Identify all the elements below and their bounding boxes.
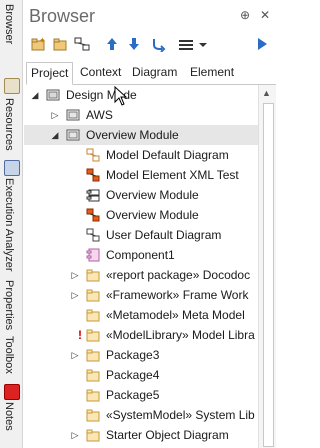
- dock-tab-label: Notes: [3, 402, 15, 431]
- chevron-down-icon[interactable]: [198, 36, 208, 52]
- dock-tab-label: Resources: [3, 98, 15, 151]
- tree-item-label: «ModelLibrary» Model Libra: [106, 328, 255, 342]
- tree-item-aws[interactable]: ▷ AWS: [24, 105, 258, 125]
- tree-item-label: Overview Module: [86, 128, 179, 142]
- menu-icon[interactable]: [176, 36, 198, 52]
- folder-icon: [86, 308, 100, 322]
- dock-tab-label: Properties: [3, 280, 15, 331]
- tree-item-diagram[interactable]: User Default Diagram: [24, 225, 258, 245]
- tree-item-diagram[interactable]: Overview Module: [24, 185, 258, 205]
- tree-item-label: User Default Diagram: [106, 228, 222, 242]
- tree-item-package[interactable]: ▷ «report package» Docodoc: [24, 265, 258, 285]
- class-diagram-icon: [86, 168, 100, 182]
- pin-icon[interactable]: ⊕: [240, 8, 250, 22]
- svg-text:✦: ✦: [39, 36, 46, 45]
- tree-item-design-model[interactable]: ◢ Design Mode: [24, 85, 258, 105]
- tree-item-label: Package4: [106, 368, 160, 382]
- tree-item-label: AWS: [86, 108, 113, 122]
- notes-icon: [4, 384, 20, 400]
- move-down-icon[interactable]: [126, 36, 142, 52]
- tree-item-package[interactable]: ▷ Package3: [24, 345, 258, 365]
- tree-item-component[interactable]: Component1: [24, 245, 258, 265]
- tree-item-label: «Framework» Frame Work: [106, 288, 249, 302]
- resources-icon: [4, 78, 20, 94]
- package-icon: [66, 128, 80, 142]
- tree-item-package[interactable]: ▷ «Framework» Frame Work: [24, 285, 258, 305]
- scroll-up-icon[interactable]: ▲: [262, 88, 271, 98]
- folder-icon: [86, 288, 100, 302]
- new-package-icon[interactable]: ✦: [30, 36, 46, 52]
- tree-item-package[interactable]: ! «ModelLibrary» Model Libra: [24, 325, 258, 345]
- warning-icon: !: [78, 328, 82, 342]
- scrollbar-thumb[interactable]: [263, 103, 274, 447]
- expand-icon[interactable]: ▷: [70, 345, 80, 365]
- browser-tabs: Project Context Diagram Element: [26, 62, 276, 85]
- tree-item-label: Starter Object Diagram: [106, 428, 229, 442]
- tree-item-overview-module[interactable]: ◢ Overview Module: [24, 125, 258, 145]
- tree-item-package[interactable]: ▷ Starter Object Diagram: [24, 425, 258, 445]
- new-folder-icon[interactable]: [52, 36, 68, 52]
- tree-item-diagram[interactable]: Model Element XML Test: [24, 165, 258, 185]
- expand-icon[interactable]: ▷: [70, 285, 80, 305]
- class-diagram-icon: [86, 208, 100, 222]
- new-diagram-icon[interactable]: [74, 36, 90, 52]
- tree-item-package[interactable]: Package4: [24, 365, 258, 385]
- tree-item-label: Overview Module: [106, 188, 199, 202]
- tree-item-package[interactable]: «Metamodel» Meta Model: [24, 305, 258, 325]
- component-icon: [86, 248, 100, 262]
- tree-item-label: Package5: [106, 388, 160, 402]
- panel-title: Browser: [29, 6, 96, 26]
- play-icon[interactable]: [254, 36, 270, 52]
- tree-item-package[interactable]: Package5: [24, 385, 258, 405]
- tab-element[interactable]: Element: [186, 62, 238, 83]
- tree-item-label: Component1: [106, 248, 175, 262]
- dock-tab-label: Browser: [3, 4, 15, 45]
- collapse-icon[interactable]: ◢: [50, 125, 60, 145]
- folder-icon: [86, 388, 100, 402]
- expand-icon[interactable]: ▷: [50, 105, 60, 125]
- folder-icon: [86, 348, 100, 362]
- tree-item-label: Model Element XML Test: [106, 168, 239, 182]
- tree-item-label: Package3: [106, 348, 160, 362]
- tree-item-label: «Metamodel» Meta Model: [106, 308, 245, 322]
- expand-icon[interactable]: ▷: [70, 425, 80, 445]
- folder-icon: [86, 268, 100, 282]
- tree-item-package[interactable]: «SystemModel» System Lib: [24, 405, 258, 425]
- folder-icon: [86, 368, 100, 382]
- model-root-icon: [46, 88, 60, 102]
- tree-item-label: Model Default Diagram: [106, 148, 229, 162]
- dock-tab-label: Execution Analyzer: [3, 178, 15, 272]
- diagram-icon: [86, 148, 100, 162]
- tab-diagram[interactable]: Diagram: [128, 62, 181, 83]
- tab-context[interactable]: Context: [76, 62, 125, 83]
- collapse-icon[interactable]: ◢: [30, 85, 40, 105]
- tree-item-diagram[interactable]: Overview Module: [24, 205, 258, 225]
- folder-icon: [86, 428, 100, 442]
- close-icon[interactable]: ✕: [260, 8, 270, 22]
- dock-tab-label: Toolbox: [3, 336, 15, 374]
- project-tree: ◢ Design Mode ▷ AWS ◢ Overview Module Mo…: [24, 85, 258, 448]
- expand-icon[interactable]: ▷: [70, 265, 80, 285]
- package-icon: [66, 108, 80, 122]
- folder-icon: [86, 408, 100, 422]
- diagram-icon: [86, 228, 100, 242]
- execution-analyzer-icon: [4, 160, 20, 176]
- tree-item-label: «SystemModel» System Lib: [106, 408, 255, 422]
- folder-icon: [86, 328, 100, 342]
- tree-item-diagram[interactable]: Model Default Diagram: [24, 145, 258, 165]
- tree-item-label: Overview Module: [106, 208, 199, 222]
- mouse-cursor-icon: [114, 85, 128, 109]
- dock-strip: Browser Resources Execution Analyzer Pro…: [0, 0, 23, 448]
- locate-icon[interactable]: [150, 36, 166, 52]
- move-up-icon[interactable]: [104, 36, 120, 52]
- component-diagram-icon: [86, 188, 100, 202]
- tab-project[interactable]: Project: [26, 62, 74, 85]
- tree-item-label: «report package» Docodoc: [106, 268, 251, 282]
- browser-toolbar: ✦: [26, 34, 274, 56]
- tree-scrollbar[interactable]: ▲: [258, 85, 276, 448]
